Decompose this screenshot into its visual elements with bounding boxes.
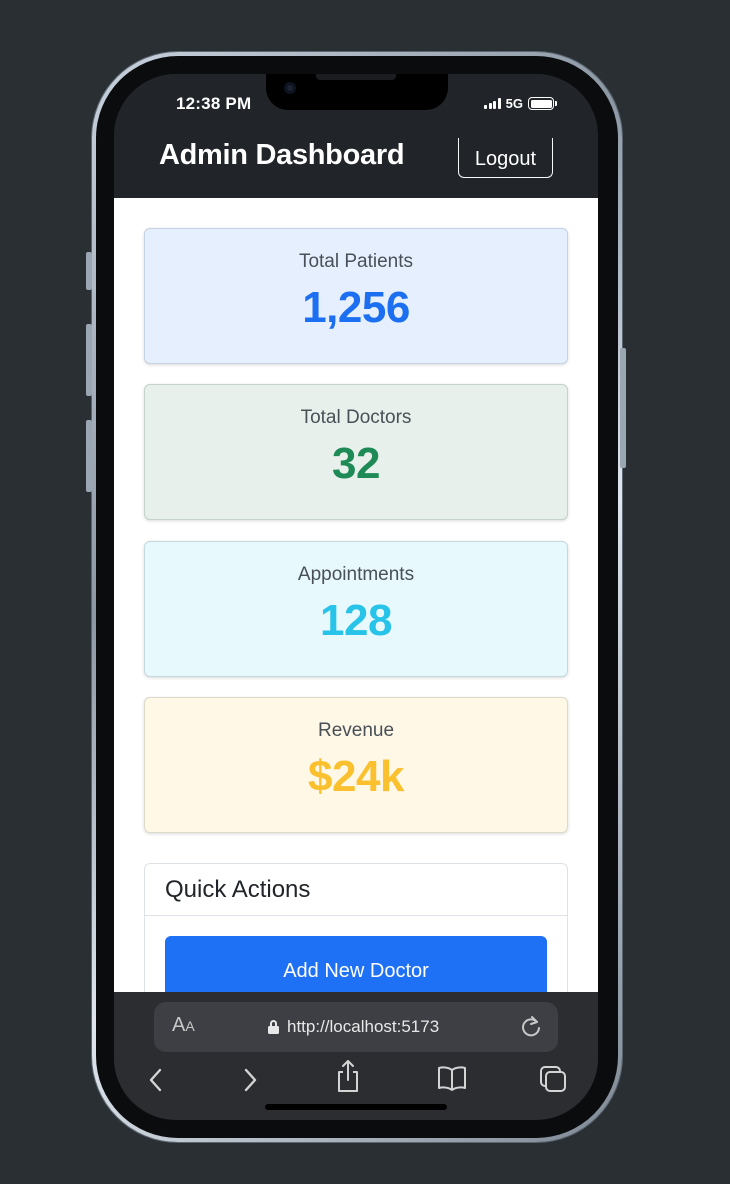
- address-bar[interactable]: AA http://localhost:5173: [154, 1002, 558, 1052]
- url-display[interactable]: http://localhost:5173: [268, 1017, 439, 1037]
- reader-mode-large-letter: A: [172, 1014, 186, 1036]
- stat-label: Total Patients: [298, 251, 414, 272]
- quick-actions-card: Quick Actions Add New Doctor: [144, 863, 568, 992]
- signal-icon: [484, 98, 501, 109]
- page-title: Admin Dashboard: [159, 139, 405, 171]
- tabs-icon[interactable]: [538, 1064, 568, 1094]
- stat-value: 1,256: [302, 283, 410, 332]
- status-bar: 12:38 PM 5G: [114, 74, 598, 138]
- battery-icon: [528, 97, 557, 110]
- stat-value: 32: [332, 439, 380, 488]
- network-label: 5G: [505, 96, 523, 111]
- phone-screen: 12:38 PM 5G Admin Dashboard Logout Total…: [114, 74, 598, 1120]
- stat-label: Total Doctors: [300, 407, 412, 428]
- stat-card-total-doctors: Total Doctors 32: [144, 384, 568, 520]
- status-time: 12:38 PM: [176, 94, 252, 113]
- silent-switch: [86, 252, 92, 290]
- stat-card-appointments: Appointments 128: [144, 541, 568, 677]
- logout-button[interactable]: Logout: [458, 138, 553, 178]
- app-navbar: Admin Dashboard Logout: [114, 138, 598, 198]
- power-button: [620, 348, 626, 468]
- reload-icon[interactable]: [520, 1015, 542, 1039]
- stat-label: Revenue: [317, 720, 395, 741]
- stat-card-total-patients: Total Patients 1,256: [144, 228, 568, 364]
- quick-actions-title: Quick Actions: [145, 864, 567, 916]
- stat-value: 128: [320, 596, 392, 645]
- speaker: [316, 74, 396, 80]
- reader-mode-small-letter: A: [185, 1018, 195, 1034]
- volume-up-button: [86, 324, 92, 396]
- status-indicators: 5G: [484, 96, 557, 111]
- chevron-left-icon[interactable]: [146, 1064, 166, 1096]
- home-indicator: [265, 1104, 447, 1110]
- dashboard-content: Total Patients 1,256 Total Doctors 32 Ap…: [114, 198, 598, 992]
- camera-icon: [284, 82, 296, 94]
- stat-value: $24k: [308, 752, 404, 801]
- stat-label: Appointments: [297, 564, 415, 585]
- lock-icon: [268, 1020, 279, 1034]
- book-icon[interactable]: [436, 1064, 468, 1092]
- volume-down-button: [86, 420, 92, 492]
- share-icon[interactable]: [334, 1058, 362, 1094]
- browser-bottom-bar: AA http://localhost:5173: [114, 992, 598, 1120]
- url-text: http://localhost:5173: [287, 1017, 440, 1036]
- add-new-doctor-button[interactable]: Add New Doctor: [165, 936, 547, 992]
- reader-mode-icon[interactable]: AA: [172, 1014, 195, 1037]
- stage: 12:38 PM 5G Admin Dashboard Logout Total…: [0, 0, 730, 1184]
- browser-toolbar: [114, 1060, 598, 1100]
- chevron-right-icon[interactable]: [240, 1064, 260, 1096]
- stat-card-revenue: Revenue $24k: [144, 697, 568, 833]
